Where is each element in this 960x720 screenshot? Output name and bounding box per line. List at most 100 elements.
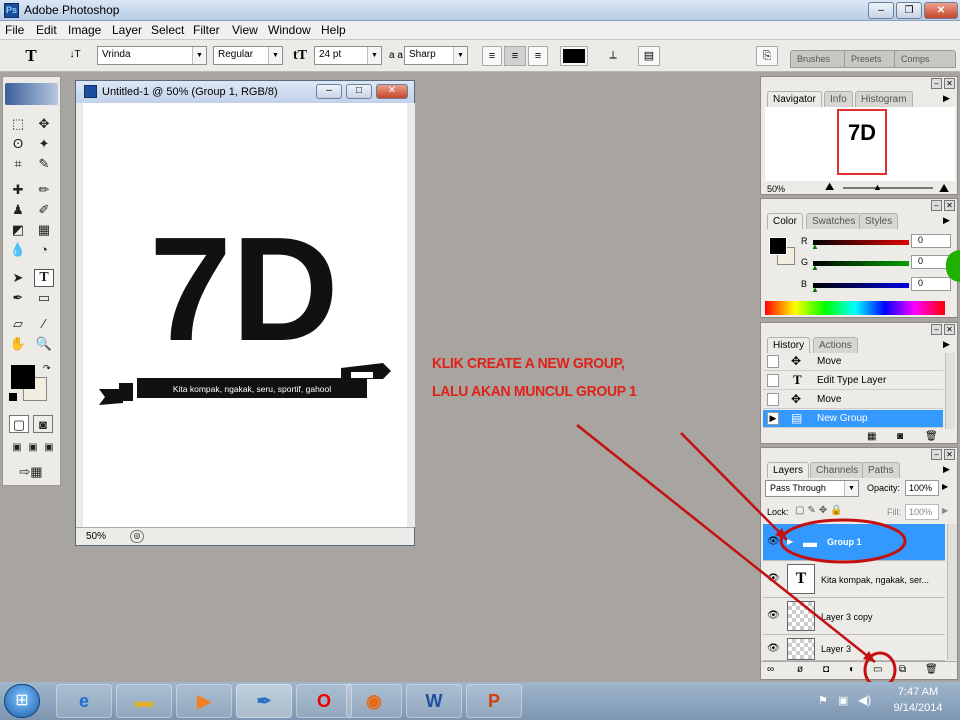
minimize-button[interactable]: – — [868, 2, 894, 19]
fill-input[interactable]: 100% — [905, 504, 939, 520]
lasso-tool-icon[interactable]: ʘ — [8, 135, 28, 153]
red-slider-thumb[interactable]: ▲ — [811, 242, 819, 251]
fill-arrow-icon[interactable]: ▶ — [942, 506, 948, 515]
taskbar-explorer-icon[interactable]: ▬ — [116, 684, 172, 718]
new-group-icon[interactable]: ▭ — [873, 664, 882, 675]
font-style-select[interactable]: Regular ▼ — [213, 46, 283, 65]
zoom-level[interactable]: 50% — [86, 531, 106, 542]
warp-text-icon[interactable]: ⟂ — [602, 46, 624, 66]
visibility-eye-icon[interactable]: 👁 — [767, 610, 780, 621]
file-browser-icon[interactable]: ⎘ — [756, 46, 778, 66]
menu-help[interactable]: Help — [321, 23, 346, 37]
slider-blue[interactable]: B ▲ 0 — [801, 277, 951, 294]
tab-paths[interactable]: Paths — [862, 462, 900, 478]
adjustment-layer-icon[interactable]: ◐ — [849, 664, 855, 675]
maximize-button[interactable]: ❐ — [896, 2, 922, 19]
tab-layers[interactable]: Layers — [767, 462, 810, 478]
layer-row-group-1[interactable]: 👁 ▶ ▬ Group 1 — [763, 524, 945, 561]
tab-info[interactable]: Info — [824, 91, 853, 107]
history-item[interactable]: ✥ Move — [763, 353, 943, 371]
panel-minimize-icon[interactable]: – — [931, 200, 942, 211]
slider-red[interactable]: R ▲ 0 — [801, 234, 951, 251]
history-item-active[interactable]: ▶ ▤ New Group — [763, 410, 943, 428]
path-selection-tool-icon[interactable]: ➤ — [8, 269, 28, 287]
tab-styles[interactable]: Styles — [859, 213, 899, 229]
history-brush-tool-icon[interactable]: ✐ — [34, 201, 54, 219]
panel-minimize-icon[interactable]: – — [931, 324, 942, 335]
marquee-tool-icon[interactable]: ⬚ — [8, 115, 28, 133]
history-state-marker-icon[interactable]: ▶ — [767, 412, 779, 425]
standard-mode-icon[interactable]: ▢ — [9, 415, 29, 433]
taskbar-photoshop-icon[interactable]: ✒ — [236, 684, 292, 718]
layer-style-icon[interactable]: ø — [797, 664, 803, 675]
feather-logo-icon[interactable] — [5, 83, 58, 105]
trash-icon[interactable]: 🗑 — [925, 664, 938, 675]
dodge-tool-icon[interactable]: ◔ — [34, 241, 54, 259]
navigator-zoom-slider[interactable] — [843, 187, 933, 189]
font-family-select[interactable]: Vrinda ▼ — [97, 46, 207, 65]
navigator-zoom-value[interactable]: 50% — [767, 184, 785, 194]
opacity-input[interactable]: 100% — [905, 480, 939, 496]
blend-mode-select[interactable]: Pass Through ▼ — [765, 480, 859, 497]
visibility-eye-icon[interactable]: 👁 — [767, 643, 780, 654]
visibility-eye-icon[interactable]: 👁 — [767, 536, 780, 547]
brush-tool-icon[interactable]: ✏ — [34, 181, 54, 199]
tray-network-icon[interactable]: ▣ — [838, 694, 848, 707]
quick-mask-mode-icon[interactable]: ◙ — [33, 415, 53, 433]
menu-window[interactable]: Window — [268, 23, 311, 37]
slider-green[interactable]: G ▲ 0 — [801, 255, 951, 272]
zoom-out-icon[interactable]: ⛰ — [825, 181, 834, 194]
blue-slider-thumb[interactable]: ▲ — [811, 285, 819, 294]
layer-mask-icon[interactable]: ◘ — [823, 664, 829, 675]
history-item[interactable]: T Edit Type Layer — [763, 372, 943, 390]
menu-file[interactable]: File — [5, 23, 24, 37]
start-button-icon[interactable]: ⊞ — [4, 684, 40, 718]
panel-menu-icon[interactable]: ▶ — [943, 464, 950, 475]
healing-brush-tool-icon[interactable]: ✚ — [8, 181, 28, 199]
opacity-arrow-icon[interactable]: ▶ — [942, 482, 948, 491]
panel-minimize-icon[interactable]: – — [931, 449, 942, 460]
move-tool-icon[interactable]: ✥ — [34, 115, 54, 133]
taskbar-word-icon[interactable]: W — [406, 684, 462, 718]
history-scrollbar[interactable] — [945, 353, 955, 429]
pen-tool-icon[interactable]: ✒ — [8, 289, 28, 307]
blue-value-input[interactable]: 0 — [911, 277, 951, 291]
panel-well-tab-presets[interactable]: Presets — [844, 50, 900, 68]
taskbar-publisher-icon[interactable]: P — [466, 684, 522, 718]
align-left-button[interactable]: ≡ — [482, 46, 502, 66]
link-layers-icon[interactable]: ∞ — [767, 664, 774, 675]
layers-scrollbar[interactable] — [947, 524, 957, 660]
tab-histogram[interactable]: Histogram — [855, 91, 913, 107]
doc-close-button[interactable]: ✕ — [376, 84, 408, 99]
taskbar-ie-icon[interactable]: e — [56, 684, 112, 718]
screen-mode-full-icon[interactable]: ▣ — [39, 439, 59, 457]
layer-row-layer-3-copy[interactable]: 👁 Layer 3 copy — [763, 598, 945, 635]
taskbar-opera-icon[interactable]: O — [296, 684, 352, 718]
slice-tool-icon[interactable]: ✎ — [34, 155, 54, 173]
jump-to-imageready-icon[interactable]: ⇨▦ — [11, 463, 51, 481]
zoom-tool-icon[interactable]: 🔍 — [34, 335, 54, 353]
align-center-button[interactable]: ≡ — [504, 46, 526, 66]
panel-close-icon[interactable]: ✕ — [944, 78, 955, 89]
red-value-input[interactable]: 0 — [911, 234, 951, 248]
tab-history[interactable]: History — [767, 337, 811, 353]
zoom-slider-thumb[interactable]: ▲ — [873, 182, 882, 192]
tray-flag-icon[interactable]: ⚑ — [818, 694, 828, 707]
tab-channels[interactable]: Channels — [810, 462, 865, 478]
clock-date[interactable]: 9/14/2014 — [888, 702, 948, 714]
eraser-tool-icon[interactable]: ◩ — [8, 221, 28, 239]
font-size-select[interactable]: 24 pt ▼ — [314, 46, 382, 65]
trash-icon[interactable]: 🗑 — [925, 431, 938, 442]
menu-filter[interactable]: Filter — [193, 23, 220, 37]
align-right-button[interactable]: ≡ — [528, 46, 548, 66]
type-tool-icon[interactable]: T — [34, 269, 54, 287]
layer-row-text[interactable]: 👁 T Kita kompak, ngakak, ser... — [763, 561, 945, 598]
panel-close-icon[interactable]: ✕ — [944, 449, 955, 460]
panel-well-tab-comps[interactable]: Comps — [894, 50, 956, 68]
crop-tool-icon[interactable]: ⌗ — [8, 155, 28, 173]
type-tool-preset-button[interactable]: T — [14, 46, 48, 66]
history-snapshot-box[interactable] — [767, 393, 779, 406]
history-snapshot-box[interactable] — [767, 374, 779, 387]
notes-tool-icon[interactable]: ▱ — [8, 315, 28, 333]
history-snapshot-box[interactable] — [767, 355, 779, 368]
